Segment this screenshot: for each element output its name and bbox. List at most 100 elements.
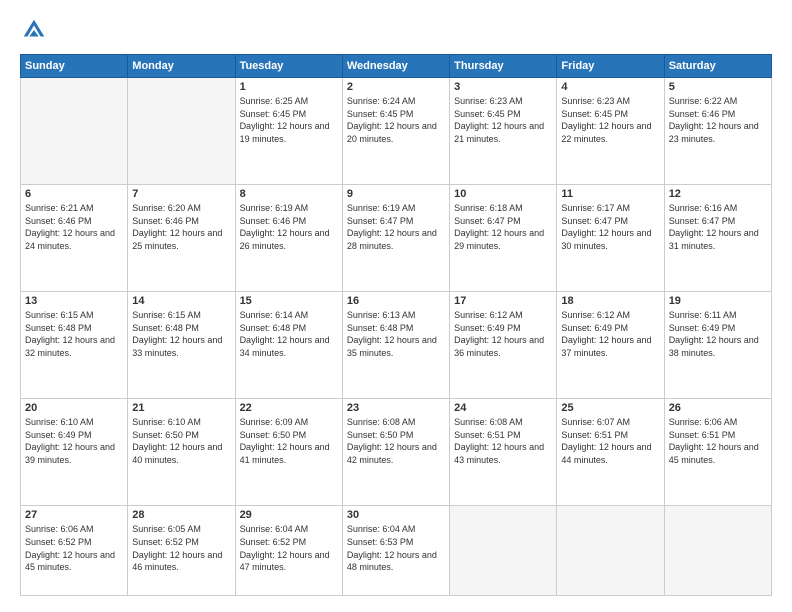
day-info: Sunrise: 6:21 AM Sunset: 6:46 PM Dayligh… <box>25 202 123 252</box>
calendar-cell: 26 Sunrise: 6:06 AM Sunset: 6:51 PM Dayli… <box>664 399 771 506</box>
calendar-cell: 10 Sunrise: 6:18 AM Sunset: 6:47 PM Dayli… <box>450 185 557 292</box>
header <box>20 16 772 44</box>
calendar-cell: 1 Sunrise: 6:25 AM Sunset: 6:45 PM Daylig… <box>235 78 342 185</box>
calendar-cell: 25 Sunrise: 6:07 AM Sunset: 6:51 PM Dayli… <box>557 399 664 506</box>
calendar-cell: 3 Sunrise: 6:23 AM Sunset: 6:45 PM Daylig… <box>450 78 557 185</box>
day-info: Sunrise: 6:13 AM Sunset: 6:48 PM Dayligh… <box>347 309 445 359</box>
calendar-cell: 11 Sunrise: 6:17 AM Sunset: 6:47 PM Dayli… <box>557 185 664 292</box>
day-info: Sunrise: 6:07 AM Sunset: 6:51 PM Dayligh… <box>561 416 659 466</box>
calendar-week-0: 1 Sunrise: 6:25 AM Sunset: 6:45 PM Daylig… <box>21 78 772 185</box>
day-info: Sunrise: 6:15 AM Sunset: 6:48 PM Dayligh… <box>25 309 123 359</box>
day-number: 21 <box>132 402 230 414</box>
calendar-cell: 27 Sunrise: 6:06 AM Sunset: 6:52 PM Dayli… <box>21 506 128 596</box>
day-number: 7 <box>132 188 230 200</box>
day-number: 29 <box>240 509 338 521</box>
day-info: Sunrise: 6:22 AM Sunset: 6:46 PM Dayligh… <box>669 95 767 145</box>
calendar-header-row: SundayMondayTuesdayWednesdayThursdayFrid… <box>21 55 772 78</box>
day-info: Sunrise: 6:12 AM Sunset: 6:49 PM Dayligh… <box>561 309 659 359</box>
day-number: 1 <box>240 81 338 93</box>
calendar-cell: 19 Sunrise: 6:11 AM Sunset: 6:49 PM Dayli… <box>664 292 771 399</box>
day-number: 4 <box>561 81 659 93</box>
day-number: 12 <box>669 188 767 200</box>
logo-icon <box>20 16 48 44</box>
calendar-header-tuesday: Tuesday <box>235 55 342 78</box>
day-info: Sunrise: 6:17 AM Sunset: 6:47 PM Dayligh… <box>561 202 659 252</box>
day-info: Sunrise: 6:08 AM Sunset: 6:51 PM Dayligh… <box>454 416 552 466</box>
calendar-cell: 16 Sunrise: 6:13 AM Sunset: 6:48 PM Dayli… <box>342 292 449 399</box>
calendar-cell <box>664 506 771 596</box>
day-info: Sunrise: 6:25 AM Sunset: 6:45 PM Dayligh… <box>240 95 338 145</box>
logo <box>20 16 52 44</box>
day-info: Sunrise: 6:04 AM Sunset: 6:53 PM Dayligh… <box>347 523 445 573</box>
day-info: Sunrise: 6:23 AM Sunset: 6:45 PM Dayligh… <box>454 95 552 145</box>
day-info: Sunrise: 6:04 AM Sunset: 6:52 PM Dayligh… <box>240 523 338 573</box>
calendar-cell: 9Sunrise: 6:19 AM Sunset: 6:47 PM Daylig… <box>342 185 449 292</box>
day-number: 13 <box>25 295 123 307</box>
calendar-header-monday: Monday <box>128 55 235 78</box>
day-number: 2 <box>347 81 445 93</box>
calendar-week-4: 27 Sunrise: 6:06 AM Sunset: 6:52 PM Dayli… <box>21 506 772 596</box>
day-info: Sunrise: 6:14 AM Sunset: 6:48 PM Dayligh… <box>240 309 338 359</box>
day-number: 3 <box>454 81 552 93</box>
day-info: Sunrise: 6:24 AM Sunset: 6:45 PM Dayligh… <box>347 95 445 145</box>
day-number: 24 <box>454 402 552 414</box>
day-number: 30 <box>347 509 445 521</box>
calendar-cell: 17 Sunrise: 6:12 AM Sunset: 6:49 PM Dayli… <box>450 292 557 399</box>
day-info: Sunrise: 6:11 AM Sunset: 6:49 PM Dayligh… <box>669 309 767 359</box>
day-info: Sunrise: 6:06 AM Sunset: 6:51 PM Dayligh… <box>669 416 767 466</box>
calendar-cell: 22 Sunrise: 6:09 AM Sunset: 6:50 PM Dayli… <box>235 399 342 506</box>
day-number: 25 <box>561 402 659 414</box>
calendar-cell: 28 Sunrise: 6:05 AM Sunset: 6:52 PM Dayli… <box>128 506 235 596</box>
day-number: 27 <box>25 509 123 521</box>
day-info: Sunrise: 6:12 AM Sunset: 6:49 PM Dayligh… <box>454 309 552 359</box>
day-number: 15 <box>240 295 338 307</box>
day-number: 19 <box>669 295 767 307</box>
calendar-cell: 5 Sunrise: 6:22 AM Sunset: 6:46 PM Daylig… <box>664 78 771 185</box>
day-info: Sunrise: 6:05 AM Sunset: 6:52 PM Dayligh… <box>132 523 230 573</box>
day-number: 16 <box>347 295 445 307</box>
calendar-cell: 15 Sunrise: 6:14 AM Sunset: 6:48 PM Dayli… <box>235 292 342 399</box>
day-info: Sunrise: 6:15 AM Sunset: 6:48 PM Dayligh… <box>132 309 230 359</box>
calendar-cell <box>128 78 235 185</box>
day-number: 28 <box>132 509 230 521</box>
calendar-cell: 8Sunrise: 6:19 AM Sunset: 6:46 PM Daylig… <box>235 185 342 292</box>
calendar-header-friday: Friday <box>557 55 664 78</box>
calendar-header-wednesday: Wednesday <box>342 55 449 78</box>
day-number: 18 <box>561 295 659 307</box>
calendar-cell: 20 Sunrise: 6:10 AM Sunset: 6:49 PM Dayli… <box>21 399 128 506</box>
calendar-cell: 24 Sunrise: 6:08 AM Sunset: 6:51 PM Dayli… <box>450 399 557 506</box>
day-info: Sunrise: 6:09 AM Sunset: 6:50 PM Dayligh… <box>240 416 338 466</box>
day-number: 20 <box>25 402 123 414</box>
calendar-cell: 29 Sunrise: 6:04 AM Sunset: 6:52 PM Dayli… <box>235 506 342 596</box>
day-info: Sunrise: 6:19 AM Sunset: 6:46 PM Dayligh… <box>240 202 338 252</box>
calendar-cell: 21 Sunrise: 6:10 AM Sunset: 6:50 PM Dayli… <box>128 399 235 506</box>
day-number: 11 <box>561 188 659 200</box>
day-number: 14 <box>132 295 230 307</box>
day-info: Sunrise: 6:06 AM Sunset: 6:52 PM Dayligh… <box>25 523 123 573</box>
calendar-week-3: 20 Sunrise: 6:10 AM Sunset: 6:49 PM Dayli… <box>21 399 772 506</box>
day-info: Sunrise: 6:20 AM Sunset: 6:46 PM Dayligh… <box>132 202 230 252</box>
calendar-cell <box>557 506 664 596</box>
calendar-cell: 7 Sunrise: 6:20 AM Sunset: 6:46 PM Daylig… <box>128 185 235 292</box>
calendar-cell: 12 Sunrise: 6:16 AM Sunset: 6:47 PM Dayli… <box>664 185 771 292</box>
calendar-cell: 2 Sunrise: 6:24 AM Sunset: 6:45 PM Daylig… <box>342 78 449 185</box>
calendar-cell: 14 Sunrise: 6:15 AM Sunset: 6:48 PM Dayli… <box>128 292 235 399</box>
day-number: 10 <box>454 188 552 200</box>
day-info: Sunrise: 6:10 AM Sunset: 6:50 PM Dayligh… <box>132 416 230 466</box>
calendar-cell: 6Sunrise: 6:21 AM Sunset: 6:46 PM Daylig… <box>21 185 128 292</box>
calendar-cell <box>21 78 128 185</box>
calendar-cell: 13 Sunrise: 6:15 AM Sunset: 6:48 PM Dayli… <box>21 292 128 399</box>
day-info: Sunrise: 6:18 AM Sunset: 6:47 PM Dayligh… <box>454 202 552 252</box>
calendar: SundayMondayTuesdayWednesdayThursdayFrid… <box>20 54 772 596</box>
calendar-cell: 4Sunrise: 6:23 AM Sunset: 6:45 PM Daylig… <box>557 78 664 185</box>
calendar-cell: 30 Sunrise: 6:04 AM Sunset: 6:53 PM Dayli… <box>342 506 449 596</box>
day-number: 26 <box>669 402 767 414</box>
day-number: 22 <box>240 402 338 414</box>
calendar-header-thursday: Thursday <box>450 55 557 78</box>
day-info: Sunrise: 6:08 AM Sunset: 6:50 PM Dayligh… <box>347 416 445 466</box>
day-number: 5 <box>669 81 767 93</box>
day-number: 9 <box>347 188 445 200</box>
day-info: Sunrise: 6:16 AM Sunset: 6:47 PM Dayligh… <box>669 202 767 252</box>
day-number: 17 <box>454 295 552 307</box>
day-info: Sunrise: 6:10 AM Sunset: 6:49 PM Dayligh… <box>25 416 123 466</box>
